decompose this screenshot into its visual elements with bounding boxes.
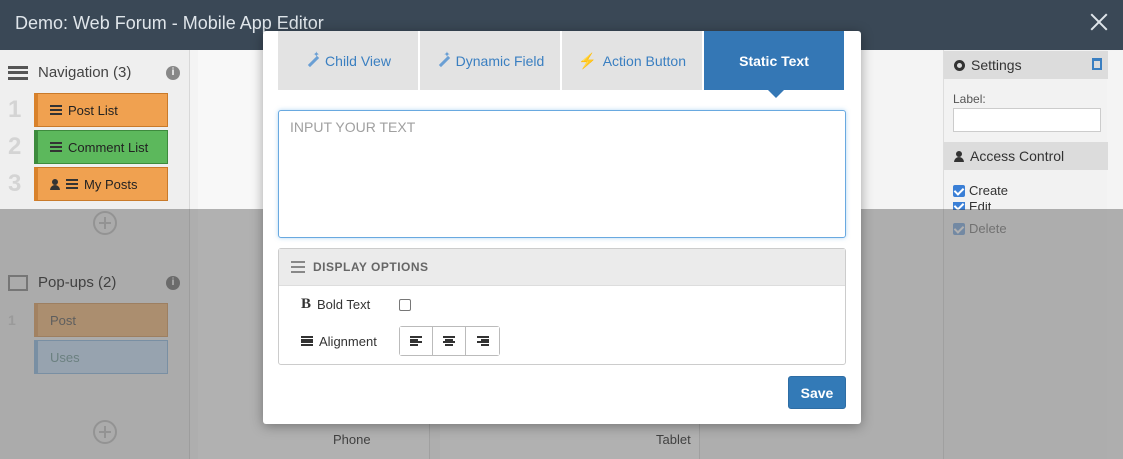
tab-label: Static Text (739, 52, 809, 69)
user-icon (954, 150, 964, 162)
create-checkbox[interactable] (953, 184, 965, 197)
bold-text-label: Bold Text (317, 297, 371, 312)
wand-icon (305, 50, 320, 68)
bold-icon: B (301, 296, 312, 312)
access-control-title: Access Control (970, 148, 1065, 164)
list-icon (66, 179, 78, 189)
gear-icon (954, 59, 965, 71)
navigation-header: Navigation (3) i (8, 64, 180, 81)
nav-item-post-list[interactable]: Post List (34, 93, 168, 127)
access-control-header: Access Control (944, 142, 1108, 170)
nav-item-label: Post List (68, 102, 118, 118)
align-left-icon (410, 336, 422, 346)
nav-item-label: Comment List (68, 139, 149, 155)
close-icon[interactable] (1089, 12, 1109, 32)
sliders-icon (291, 261, 305, 273)
bold-text-label-wrap: B Bold Text (301, 296, 399, 313)
align-right-icon (476, 336, 489, 346)
static-text-input[interactable] (278, 110, 846, 238)
nav-row: 2 Comment List (8, 130, 168, 164)
align-center-icon (443, 336, 455, 346)
display-options-panel: DISPLAY OPTIONS B Bold Text Alignment (278, 248, 846, 365)
static-text-modal: Child View Dynamic Field ⚡ Action Button… (263, 31, 861, 424)
trash-icon[interactable] (1092, 58, 1102, 70)
tab-label: Dynamic Field (455, 52, 545, 69)
info-icon[interactable]: i (166, 65, 180, 80)
bolt-icon: ⚡ (578, 52, 597, 70)
tab-action-button[interactable]: ⚡ Action Button (562, 31, 702, 90)
align-icon (301, 336, 313, 346)
alignment-label: Alignment (319, 333, 377, 349)
tab-label: Child View (325, 52, 391, 69)
permission-create[interactable]: Create (953, 183, 1008, 198)
bold-text-row: B Bold Text (301, 296, 411, 313)
list-icon (50, 105, 62, 115)
nav-number: 3 (8, 170, 22, 197)
save-button[interactable]: Save (788, 376, 846, 409)
nav-number: 2 (8, 133, 22, 160)
tab-label: Action Button (602, 52, 686, 69)
display-options-header: DISPLAY OPTIONS (279, 249, 845, 286)
tab-child-view[interactable]: Child View (278, 31, 418, 90)
alignment-label-wrap: Alignment (301, 334, 399, 349)
nav-number: 1 (8, 96, 22, 123)
settings-header: Settings (944, 51, 1108, 79)
display-options-title: DISPLAY OPTIONS (313, 260, 429, 274)
navigation-title: Navigation (3) (38, 64, 132, 81)
modal-tabs: Child View Dynamic Field ⚡ Action Button… (278, 31, 846, 98)
align-center-button[interactable] (433, 327, 466, 355)
alignment-row: Alignment (301, 326, 500, 356)
label-caption: Label: (953, 92, 986, 106)
nav-row: 3 My Posts (8, 167, 168, 201)
menu-icon (8, 65, 28, 80)
nav-item-label: My Posts (84, 176, 138, 192)
nav-item-my-posts[interactable]: My Posts (34, 167, 168, 201)
bold-text-checkbox[interactable] (399, 298, 411, 311)
list-icon (50, 142, 62, 152)
nav-item-comment-list[interactable]: Comment List (34, 130, 168, 164)
align-left-button[interactable] (400, 327, 433, 355)
nav-row: 1 Post List (8, 93, 168, 127)
label-input[interactable] (953, 108, 1101, 132)
align-right-button[interactable] (466, 327, 499, 355)
tab-dynamic-field[interactable]: Dynamic Field (420, 31, 560, 90)
wand-icon (436, 50, 451, 68)
user-icon (50, 178, 60, 190)
alignment-button-group (399, 326, 500, 356)
permission-label: Create (969, 183, 1009, 198)
settings-title: Settings (971, 57, 1022, 73)
tab-static-text[interactable]: Static Text (704, 31, 844, 98)
